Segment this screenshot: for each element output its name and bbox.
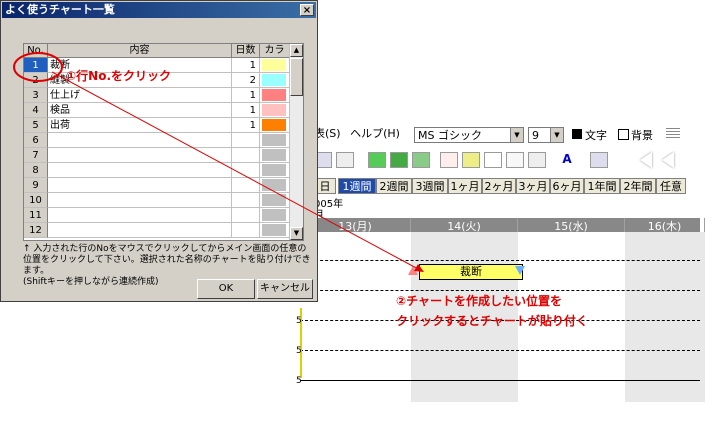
- step2-callout-line1: ②チャートを作成したい位置を: [396, 294, 563, 308]
- pointer-line: [51, 71, 421, 271]
- step1-callout: ①行No.をクリック: [66, 69, 172, 83]
- annotation-overlay: [13, 52, 424, 272]
- step2-callout-line2: クリックするとチャートが貼り付く: [396, 314, 588, 328]
- highlight-circle: [13, 52, 63, 82]
